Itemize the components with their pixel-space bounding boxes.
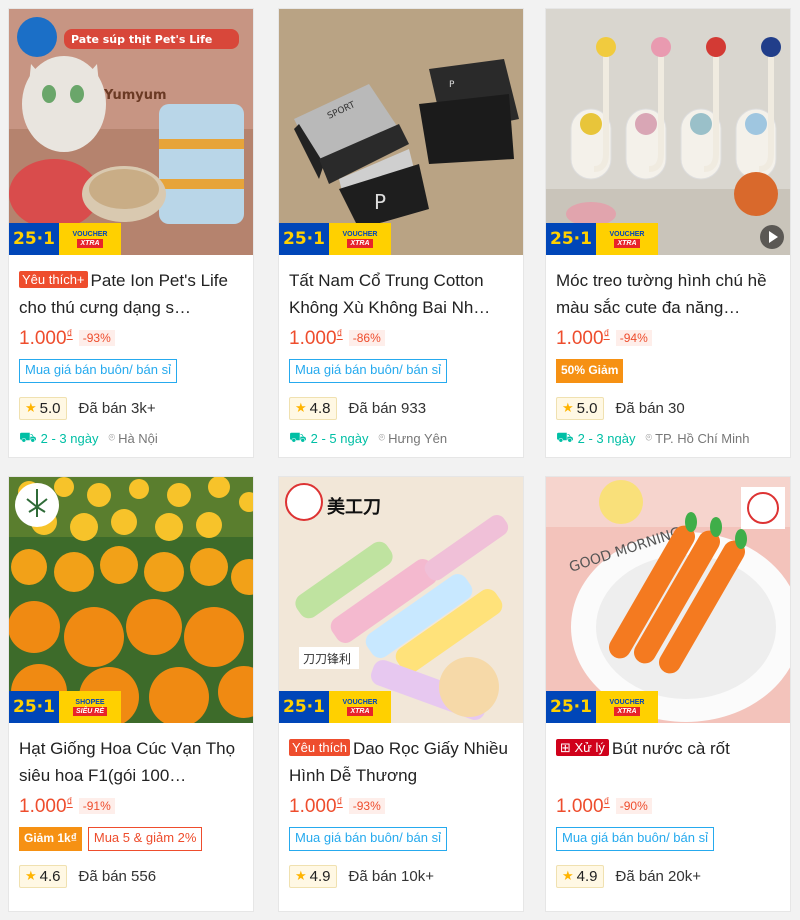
discount-badge: -91%: [78, 798, 115, 814]
product-card[interactable]: 25·1 VOUCHER XTRA Móc treo tường hình chú…: [545, 8, 791, 458]
product-title[interactable]: ⊞ Xử lý Bút nước cà rốt: [556, 735, 780, 789]
product-card[interactable]: Pate súp thịt Pet's Life Yumyum 25·1 VOU…: [8, 8, 254, 458]
shipping-info: ⛟ 2 - 3 ngày ⌾ TP. Hồ Chí Minh: [556, 428, 750, 446]
rating-badge: ★ 5.0: [19, 396, 67, 420]
promo-badge: 25·1 VOUCHER XTRA: [546, 691, 658, 723]
product-image[interactable]: P P SPORT 25·1 VOUCHER XTRA: [279, 9, 523, 255]
box-cutter-image: 美工刀 刀刀锋利: [279, 477, 523, 723]
wholesale-tag: Mua giá bán buôn/ bán sỉ: [289, 827, 447, 851]
wholesale-tag: Mua giá bán buôn/ bán sỉ: [556, 827, 714, 851]
sold-count: Đã bán 20k+: [615, 867, 701, 885]
sold-count: Đã bán 933: [348, 399, 427, 417]
star-icon: ★: [295, 868, 307, 883]
wall-hooks-image: [546, 9, 790, 255]
svg-text:P: P: [374, 190, 386, 214]
product-image[interactable]: 美工刀 刀刀锋利 25·1 VOUCHER XTRA: [279, 477, 523, 723]
star-icon: ★: [562, 400, 574, 415]
product-card[interactable]: P P SPORT 25·1 VOUCHER XTRA Tất Nam Cổ Tr…: [278, 8, 524, 458]
discount-tag: Giảm 1k₫: [19, 827, 82, 851]
image-caption: Pate súp thịt Pet's Life: [71, 33, 212, 46]
location-pin-icon: ⌾: [108, 431, 116, 444]
star-icon: ★: [25, 400, 37, 415]
marigold-image: [9, 477, 253, 723]
rating-badge: ★ 4.8: [289, 396, 337, 420]
product-price: 1.000₫: [19, 794, 73, 817]
discount-badge: -94%: [615, 330, 652, 346]
star-icon: ★: [562, 868, 574, 883]
product-title[interactable]: Tất Nam Cổ Trung Cotton Không Xù Không B…: [289, 267, 513, 321]
image-caption: 美工刀: [327, 496, 381, 518]
product-title[interactable]: Móc treo tường hình chú hề màu sắc cute …: [556, 267, 780, 321]
promo-badge: 25·1 VOUCHER XTRA: [279, 223, 391, 255]
wholesale-tag: Mua giá bán buôn/ bán sỉ: [19, 359, 177, 383]
product-price: 1.000₫: [19, 326, 73, 349]
rating-badge: ★ 4.6: [19, 864, 67, 888]
location-pin-icon: ⌾: [378, 431, 386, 444]
gift-icon: ⊞: [560, 740, 575, 755]
star-icon: ★: [25, 868, 37, 883]
carrot-pen-image: GOOD MORNING: [546, 477, 790, 723]
product-price: 1.000₫: [556, 326, 610, 349]
discount-badge: -93%: [78, 330, 115, 346]
truck-icon: ⛟: [289, 428, 307, 445]
discount-badge: -93%: [348, 798, 385, 814]
truck-icon: ⛟: [556, 428, 574, 445]
location-pin-icon: ⌾: [645, 431, 653, 444]
rating-badge: ★ 4.9: [556, 864, 604, 888]
shipping-info: ⛟ 2 - 3 ngày ⌾ Hà Nội: [19, 428, 158, 446]
product-card[interactable]: 美工刀 刀刀锋利 25·1 VOUCHER XTRA Yêu thích Dao R…: [278, 476, 524, 912]
socks-image: P P SPORT: [279, 9, 523, 255]
discount-badge: -86%: [348, 330, 385, 346]
promo-badge: 25·1 VOUCHER XTRA: [9, 223, 121, 255]
product-image[interactable]: Pate súp thịt Pet's Life Yumyum 25·1 VOU…: [9, 9, 253, 255]
image-caption: 刀刀锋利: [303, 652, 351, 666]
shipping-info: ⛟ 2 - 5 ngày ⌾ Hưng Yên: [289, 428, 448, 446]
star-icon: ★: [295, 400, 307, 415]
promo-badge: 25·1 VOUCHER XTRA: [546, 223, 658, 255]
product-price: 1.000₫: [556, 794, 610, 817]
sold-count: Đã bán 556: [78, 867, 157, 885]
sold-count: Đã bán 30: [615, 399, 685, 417]
image-caption: Yumyum: [103, 88, 167, 103]
product-image[interactable]: 25·1 SHOPEE SIÊU RẺ: [9, 477, 253, 723]
product-title[interactable]: Hạt Giống Hoa Cúc Vạn Thọ siêu hoa F1(gó…: [19, 735, 243, 789]
product-price: 1.000₫: [289, 326, 343, 349]
rating-badge: ★ 4.9: [289, 864, 337, 888]
favorite-tag: Yêu thích: [289, 739, 350, 756]
discount-badge: -90%: [615, 798, 652, 814]
product-image[interactable]: GOOD MORNING 25·1 VOUCHER XTRA: [546, 477, 790, 723]
clearance-tag: ⊞ Xử lý: [556, 739, 609, 756]
product-grid: Pate súp thịt Pet's Life Yumyum 25·1 VOU…: [0, 0, 800, 920]
svg-text:P: P: [449, 80, 455, 90]
cat-food-image: Pate súp thịt Pet's Life Yumyum: [9, 9, 253, 255]
rating-badge: ★ 5.0: [556, 396, 604, 420]
product-title[interactable]: Yêu thích Dao Rọc Giấy Nhiều Hình Dễ Thươ…: [289, 735, 513, 789]
discount-tag: 50% Giảm: [556, 359, 624, 383]
promo-badge: 25·1 VOUCHER XTRA: [279, 691, 391, 723]
promo-badge: 25·1 SHOPEE SIÊU RẺ: [9, 691, 121, 723]
sold-count: Đã bán 10k+: [348, 867, 434, 885]
product-card[interactable]: GOOD MORNING 25·1 VOUCHER XTRA ⊞ Xử lý Bút…: [545, 476, 791, 912]
product-price: 1.000₫: [289, 794, 343, 817]
favorite-plus-tag: Yêu thích+: [19, 271, 88, 288]
product-title[interactable]: Yêu thích+ Pate Ion Pet's Life cho thú cư…: [19, 267, 243, 321]
product-card[interactable]: 25·1 SHOPEE SIÊU RẺ Hạt Giống Hoa Cúc Vạn…: [8, 476, 254, 912]
wholesale-tag: Mua giá bán buôn/ bán sỉ: [289, 359, 447, 383]
sold-count: Đã bán 3k+: [78, 399, 156, 417]
truck-icon: ⛟: [19, 428, 37, 445]
product-image[interactable]: 25·1 VOUCHER XTRA: [546, 9, 790, 255]
bundle-deal-tag: Mua 5 & giảm 2%: [87, 827, 203, 851]
video-play-icon[interactable]: [760, 225, 784, 249]
